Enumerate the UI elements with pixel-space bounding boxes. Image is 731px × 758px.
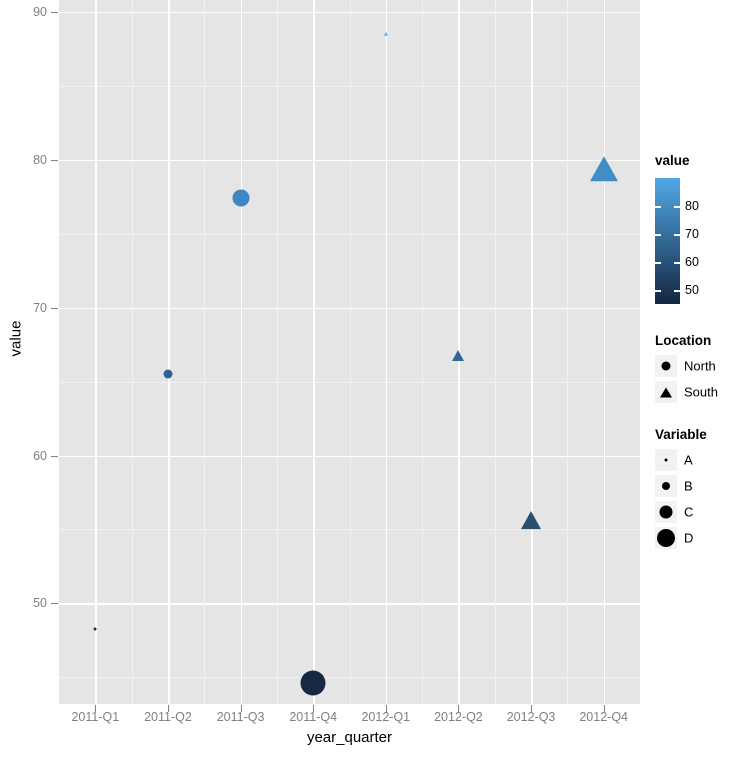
legend-item-c[interactable]: C bbox=[655, 501, 731, 523]
gridline-minor-vertical bbox=[204, 0, 206, 704]
data-point bbox=[521, 510, 542, 529]
colorbar-tick-label: 80 bbox=[685, 199, 699, 213]
gridline-minor-vertical bbox=[567, 0, 569, 704]
data-point bbox=[93, 627, 97, 631]
data-point bbox=[452, 350, 465, 362]
gridline-major-vertical bbox=[95, 0, 97, 704]
x-tick-mark bbox=[313, 705, 315, 712]
colorbar-legend-title: value bbox=[655, 153, 690, 168]
legend-item-label: South bbox=[684, 384, 718, 400]
colorbar-tick-label: 50 bbox=[685, 283, 699, 297]
circle-marker bbox=[657, 529, 675, 547]
gridline-major-vertical bbox=[313, 0, 315, 704]
gridline-major-vertical bbox=[385, 0, 388, 704]
x-tick-label: 2012-Q2 bbox=[434, 710, 483, 724]
x-tick-label: 2011-Q4 bbox=[289, 710, 338, 724]
triangle-marker bbox=[660, 387, 672, 398]
data-point bbox=[300, 670, 326, 696]
colorbar-tick-mark bbox=[674, 234, 680, 236]
x-tick-mark bbox=[458, 705, 460, 712]
variable-legend-title: Variable bbox=[655, 427, 707, 442]
y-tick-mark bbox=[51, 307, 58, 309]
x-tick-label: 2012-Q1 bbox=[361, 710, 411, 724]
gridline-major-vertical bbox=[240, 0, 243, 704]
colorbar-tick-mark bbox=[674, 290, 680, 292]
x-tick-label: 2012-Q4 bbox=[579, 710, 629, 724]
circle-marker bbox=[662, 482, 670, 490]
legend-item-south[interactable]: South bbox=[655, 381, 731, 403]
value-colorbar bbox=[655, 178, 680, 304]
colorbar-tick-mark bbox=[674, 262, 680, 264]
x-tick-label: 2012-Q3 bbox=[506, 710, 556, 724]
legend-item-b[interactable]: B bbox=[655, 475, 731, 497]
x-tick-label: 2011-Q1 bbox=[71, 710, 120, 724]
legend-key-background bbox=[655, 381, 677, 403]
x-axis-title: year_quarter bbox=[306, 729, 393, 746]
data-point bbox=[383, 31, 388, 36]
gridline-minor-vertical bbox=[131, 0, 133, 704]
legend-item-d[interactable]: D bbox=[655, 527, 731, 549]
colorbar-tick-mark bbox=[655, 206, 661, 208]
scatter-plot: value 50 60 70 80 90 2011-Q1 2011-Q2 2011-Q3 20… bbox=[0, 0, 731, 758]
colorbar-tick-mark bbox=[674, 206, 680, 208]
gridline-minor-vertical bbox=[494, 0, 496, 704]
gridline-minor-vertical bbox=[422, 0, 424, 704]
y-tick-label: 70 bbox=[33, 300, 47, 315]
legend-key-background bbox=[655, 355, 677, 377]
gridline-major-vertical bbox=[531, 0, 533, 704]
x-tick-mark bbox=[603, 705, 605, 712]
colorbar-tick-mark bbox=[655, 262, 661, 264]
legend-key-background bbox=[655, 501, 677, 523]
gridline-major-vertical bbox=[167, 0, 170, 704]
x-tick-mark bbox=[240, 705, 242, 712]
legend-item-north[interactable]: North bbox=[655, 355, 731, 377]
location-legend-title: Location bbox=[655, 333, 712, 348]
colorbar-tick-mark bbox=[655, 234, 661, 236]
legend-key-background bbox=[655, 527, 677, 549]
gridline-minor-vertical bbox=[276, 0, 278, 704]
y-tick-label: 50 bbox=[33, 596, 47, 611]
legend-item-label: B bbox=[684, 478, 693, 494]
legend-item-label: North bbox=[684, 358, 716, 374]
y-tick-mark bbox=[51, 603, 58, 605]
plot-panel bbox=[59, 0, 640, 704]
y-tick-mark bbox=[51, 159, 58, 161]
gridline-minor-vertical bbox=[349, 0, 351, 704]
data-point bbox=[232, 189, 250, 207]
legend-item-label: C bbox=[684, 504, 694, 520]
x-tick-mark bbox=[385, 705, 387, 712]
y-tick-label: 80 bbox=[33, 152, 47, 167]
x-tick-label: 2011-Q3 bbox=[216, 710, 265, 724]
colorbar-tick-mark bbox=[655, 290, 661, 292]
y-tick-label: 90 bbox=[33, 4, 47, 19]
y-tick-mark bbox=[51, 11, 58, 13]
x-tick-mark bbox=[531, 705, 533, 712]
colorbar-tick-label: 60 bbox=[685, 255, 699, 269]
y-tick-label: 60 bbox=[33, 448, 47, 463]
legend-item-a[interactable]: A bbox=[655, 449, 731, 471]
x-tick-label: 2011-Q2 bbox=[144, 710, 192, 724]
x-tick-mark bbox=[167, 705, 169, 712]
legend-item-label: A bbox=[684, 452, 693, 468]
legend-item-label: D bbox=[684, 530, 694, 546]
circle-marker bbox=[664, 458, 668, 462]
y-tick-mark bbox=[51, 455, 58, 457]
legend-key-background bbox=[655, 475, 677, 497]
data-point bbox=[163, 369, 173, 379]
colorbar-tick-label: 70 bbox=[685, 227, 699, 241]
circle-marker bbox=[659, 505, 673, 519]
data-point bbox=[589, 156, 618, 182]
legend-key-background bbox=[655, 449, 677, 471]
x-tick-mark bbox=[95, 705, 97, 712]
legend-area: value 80 70 60 50 Location North South Varia… bbox=[652, 0, 731, 758]
circle-marker bbox=[661, 361, 671, 371]
gridline-major-vertical bbox=[603, 0, 606, 704]
